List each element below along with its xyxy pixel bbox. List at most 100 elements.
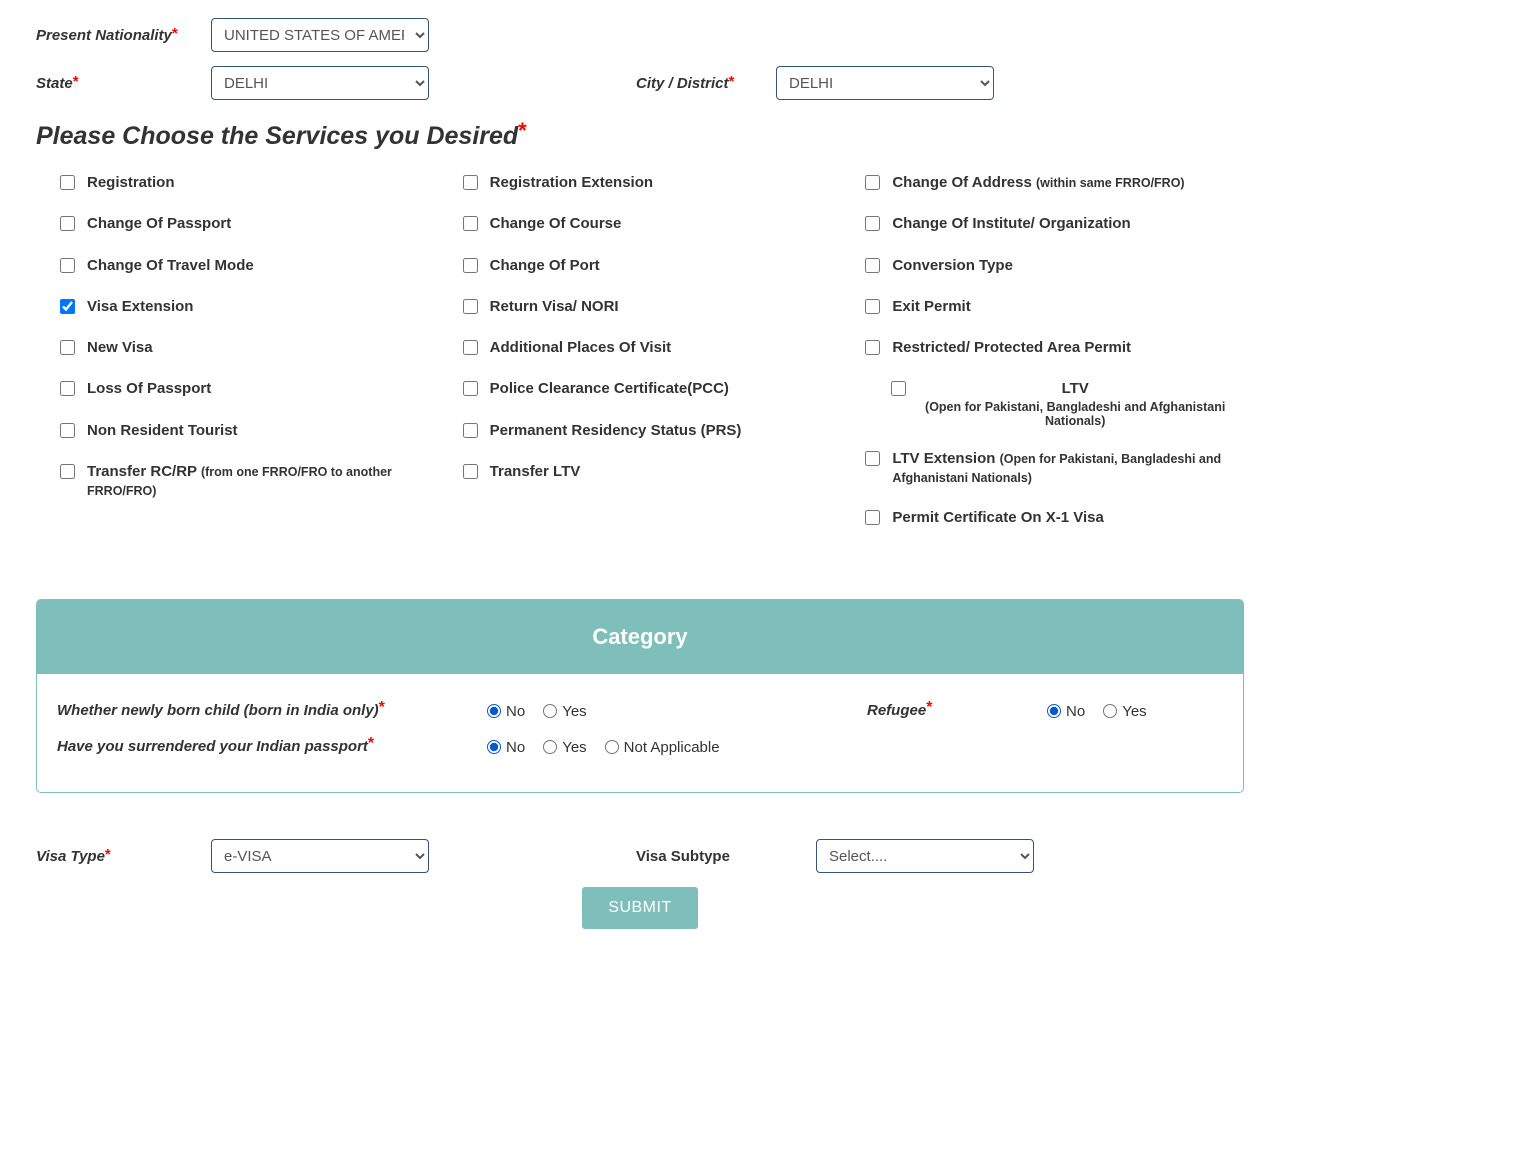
surrender-na[interactable]: Not Applicable bbox=[605, 739, 720, 756]
service-item: Permit Certificate On X-1 Visa bbox=[841, 508, 1244, 528]
surrender-na-radio[interactable] bbox=[605, 740, 619, 754]
service-checkbox[interactable] bbox=[865, 175, 880, 190]
service-item: Change Of Institute/ Organization bbox=[841, 214, 1244, 234]
service-checkbox[interactable] bbox=[891, 381, 906, 396]
service-item: Restricted/ Protected Area Permit bbox=[841, 338, 1244, 358]
submit-wrap: SUBMIT bbox=[36, 887, 1244, 929]
service-label: Registration Extension bbox=[490, 174, 653, 191]
service-label: Transfer LTV bbox=[490, 463, 581, 480]
service-checkbox[interactable] bbox=[865, 258, 880, 273]
service-note: (within same FRRO/FRO) bbox=[1036, 176, 1185, 190]
refugee-no[interactable]: No bbox=[1047, 703, 1085, 720]
service-label: Return Visa/ NORI bbox=[490, 298, 619, 315]
newborn-no[interactable]: No bbox=[487, 703, 525, 720]
newborn-yes[interactable]: Yes bbox=[543, 703, 586, 720]
service-checkbox[interactable] bbox=[463, 423, 478, 438]
service-checkbox[interactable] bbox=[865, 451, 880, 466]
service-label: Exit Permit bbox=[892, 298, 970, 315]
service-checkbox[interactable] bbox=[463, 381, 478, 396]
nationality-select[interactable]: UNITED STATES OF AMERICA bbox=[211, 18, 429, 52]
service-item: Loss Of Passport bbox=[36, 379, 439, 399]
service-label: LTV bbox=[918, 379, 1232, 399]
service-checkbox[interactable] bbox=[60, 299, 75, 314]
city-label: City / District* bbox=[636, 75, 776, 92]
service-checkbox[interactable] bbox=[60, 175, 75, 190]
services-col-2: Registration Extension Change Of Course Ch… bbox=[439, 173, 842, 549]
service-checkbox[interactable] bbox=[865, 216, 880, 231]
service-checkbox[interactable] bbox=[60, 423, 75, 438]
refugee-no-radio[interactable] bbox=[1047, 704, 1061, 718]
visa-subtype-select[interactable]: Select.... bbox=[816, 839, 1034, 873]
service-item: Change Of Travel Mode bbox=[36, 256, 439, 276]
visa-type-select[interactable]: e-VISA bbox=[211, 839, 429, 873]
service-item: Permanent Residency Status (PRS) bbox=[439, 421, 842, 441]
service-label: Change Of Passport bbox=[87, 215, 231, 232]
service-label: New Visa bbox=[87, 339, 153, 356]
state-label: State* bbox=[36, 75, 211, 92]
services-col-1: Registration Change Of Passport Change Of … bbox=[36, 173, 439, 549]
service-checkbox[interactable] bbox=[463, 175, 478, 190]
surrender-yes-radio[interactable] bbox=[543, 740, 557, 754]
services-heading: Please Choose the Services you Desired* bbox=[36, 122, 1244, 151]
service-checkbox[interactable] bbox=[865, 299, 880, 314]
service-checkbox[interactable] bbox=[463, 464, 478, 479]
service-item: LTV Extension (Open for Pakistani, Bangl… bbox=[841, 449, 1244, 487]
service-label: Change Of Travel Mode bbox=[87, 257, 254, 274]
service-item: Transfer RC/RP (from one FRRO/FRO to ano… bbox=[36, 462, 439, 500]
service-label: Permanent Residency Status (PRS) bbox=[490, 422, 742, 439]
service-item: Exit Permit bbox=[841, 297, 1244, 317]
service-item: Conversion Type bbox=[841, 256, 1244, 276]
service-checkbox[interactable] bbox=[60, 464, 75, 479]
refugee-radio-group: No Yes bbox=[1047, 703, 1159, 720]
newborn-label: Whether newly born child (born in India … bbox=[57, 699, 385, 719]
service-checkbox[interactable] bbox=[60, 216, 75, 231]
nationality-label: Present Nationality* bbox=[36, 27, 211, 44]
service-checkbox[interactable] bbox=[463, 216, 478, 231]
services-grid: Registration Change Of Passport Change Of … bbox=[36, 173, 1244, 549]
state-select[interactable]: DELHI bbox=[211, 66, 429, 100]
service-checkbox[interactable] bbox=[60, 258, 75, 273]
city-select[interactable]: DELHI bbox=[776, 66, 994, 100]
top-fields-row-1: Present Nationality* UNITED STATES OF AM… bbox=[36, 18, 1244, 52]
service-item: Registration bbox=[36, 173, 439, 193]
refugee-yes[interactable]: Yes bbox=[1103, 703, 1146, 720]
service-label: Additional Places Of Visit bbox=[490, 339, 671, 356]
submit-button[interactable]: SUBMIT bbox=[582, 887, 697, 929]
service-label: Change Of Address bbox=[892, 174, 1036, 191]
service-label: Loss Of Passport bbox=[87, 380, 211, 397]
service-label: Restricted/ Protected Area Permit bbox=[892, 339, 1131, 356]
visa-type-label: Visa Type* bbox=[36, 848, 211, 865]
service-checkbox[interactable] bbox=[60, 381, 75, 396]
newborn-no-radio[interactable] bbox=[487, 704, 501, 718]
service-checkbox[interactable] bbox=[865, 340, 880, 355]
refugee-label: Refugee* bbox=[867, 699, 932, 719]
category-row-2: Have you surrendered your Indian passpor… bbox=[57, 738, 1223, 756]
service-checkbox[interactable] bbox=[60, 340, 75, 355]
service-label: LTV Extension bbox=[892, 450, 999, 467]
service-checkbox[interactable] bbox=[463, 258, 478, 273]
service-checkbox[interactable] bbox=[463, 340, 478, 355]
service-label: Registration bbox=[87, 174, 175, 191]
bottom-row: Visa Type* e-VISA Visa Subtype Select...… bbox=[36, 839, 1244, 873]
surrender-no[interactable]: No bbox=[487, 739, 525, 756]
service-label: Change Of Course bbox=[490, 215, 622, 232]
service-item: Visa Extension bbox=[36, 297, 439, 317]
services-col-3: Change Of Address (within same FRRO/FRO)… bbox=[841, 173, 1244, 549]
category-body: Whether newly born child (born in India … bbox=[37, 674, 1243, 792]
surrender-label: Have you surrendered your Indian passpor… bbox=[57, 735, 374, 755]
category-header: Category bbox=[37, 600, 1243, 674]
surrender-yes[interactable]: Yes bbox=[543, 739, 586, 756]
service-checkbox[interactable] bbox=[865, 510, 880, 525]
refugee-yes-radio[interactable] bbox=[1103, 704, 1117, 718]
surrender-no-radio[interactable] bbox=[487, 740, 501, 754]
service-label: Conversion Type bbox=[892, 257, 1013, 274]
service-label: Police Clearance Certificate(PCC) bbox=[490, 380, 729, 397]
service-item: Non Resident Tourist bbox=[36, 421, 439, 441]
service-label: Change Of Port bbox=[490, 257, 600, 274]
service-label: Change Of Institute/ Organization bbox=[892, 215, 1130, 232]
service-item: Additional Places Of Visit bbox=[439, 338, 842, 358]
service-item: New Visa bbox=[36, 338, 439, 358]
newborn-yes-radio[interactable] bbox=[543, 704, 557, 718]
service-item: Transfer LTV bbox=[439, 462, 842, 482]
service-checkbox[interactable] bbox=[463, 299, 478, 314]
